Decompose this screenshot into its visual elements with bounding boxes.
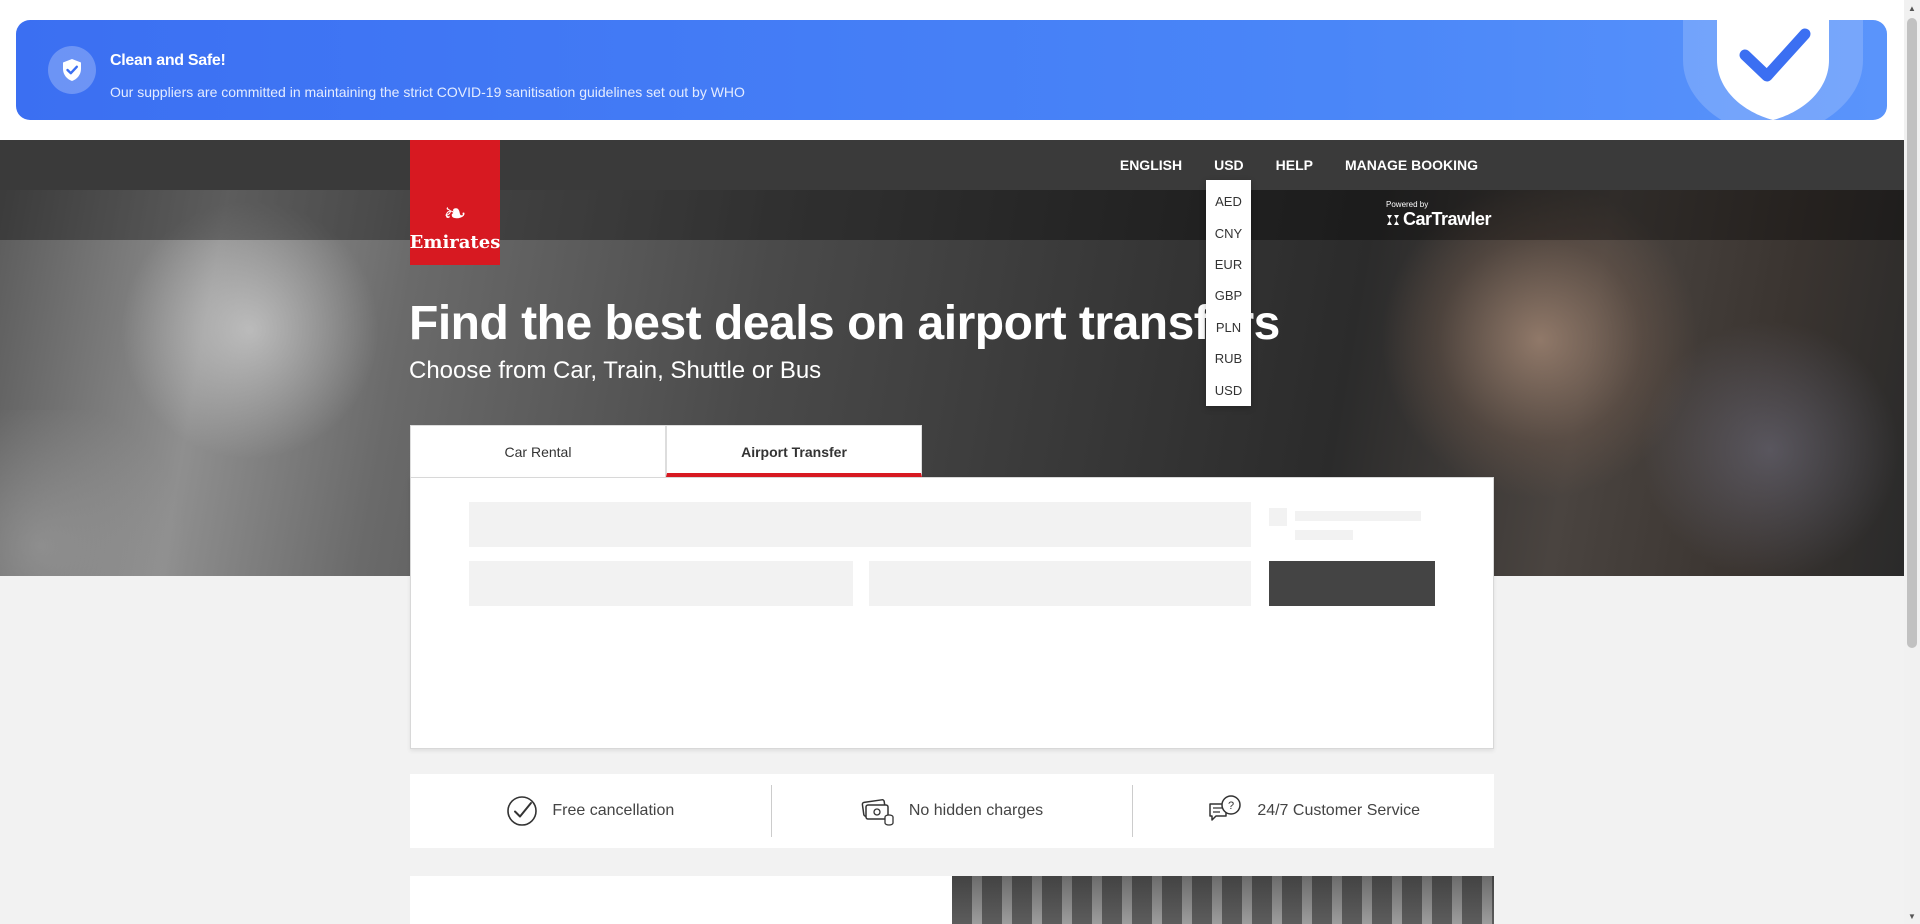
search-card bbox=[410, 477, 1494, 749]
date-field-placeholder[interactable] bbox=[469, 561, 853, 606]
scroll-thumb[interactable] bbox=[1907, 18, 1917, 648]
checkbox-sublabel-placeholder bbox=[1295, 530, 1353, 540]
shield-decoration-icon bbox=[1683, 20, 1863, 120]
currency-option-rub[interactable]: RUB bbox=[1206, 343, 1251, 374]
feature-label: 24/7 Customer Service bbox=[1257, 802, 1421, 819]
support-chat-icon: ? bbox=[1209, 795, 1242, 821]
scroll-down-icon[interactable]: ▼ bbox=[1904, 908, 1920, 924]
check-circle-icon bbox=[507, 796, 538, 826]
city-street-image bbox=[952, 876, 1494, 924]
top-navbar: ENGLISH USD HELP MANAGE BOOKING bbox=[0, 140, 1904, 190]
feature-no-hidden-charges: No hidden charges bbox=[770, 785, 1133, 837]
currency-selector[interactable]: USD bbox=[1214, 157, 1244, 173]
cartrawler-text: CarTrawler bbox=[1403, 209, 1492, 229]
banner-subtitle: Our suppliers are committed in maintaini… bbox=[110, 84, 745, 100]
svg-text:?: ? bbox=[1228, 800, 1234, 812]
feature-customer-service: ? 24/7 Customer Service bbox=[1132, 785, 1494, 837]
features-bar: Free cancellation No hidden charges ? 24… bbox=[410, 774, 1494, 848]
nav-links: ENGLISH USD HELP MANAGE BOOKING bbox=[1120, 140, 1478, 190]
currency-option-gbp[interactable]: GBP bbox=[1206, 280, 1251, 311]
feature-label: Free cancellation bbox=[552, 802, 675, 819]
powered-by-cartrawler: Powered by CarTrawler bbox=[1386, 200, 1492, 230]
shield-check-icon bbox=[48, 46, 96, 94]
help-link[interactable]: HELP bbox=[1276, 157, 1313, 173]
search-button-placeholder[interactable] bbox=[1269, 561, 1435, 606]
currency-option-eur[interactable]: EUR bbox=[1206, 249, 1251, 280]
page-scrollbar[interactable]: ▲ ▼ bbox=[1904, 0, 1920, 924]
feature-free-cancellation: Free cancellation bbox=[410, 785, 771, 837]
hero-subtitle: Choose from Car, Train, Shuttle or Bus bbox=[409, 357, 822, 384]
covid-banner: Clean and Safe! Our suppliers are commit… bbox=[16, 20, 1887, 120]
search-tabs: Car Rental Airport Transfer bbox=[410, 425, 922, 477]
banner-title: Clean and Safe! bbox=[110, 52, 226, 69]
manage-booking-link[interactable]: MANAGE BOOKING bbox=[1345, 157, 1478, 173]
currency-option-usd[interactable]: USD bbox=[1206, 375, 1251, 406]
currency-dropdown: AED CNY EUR GBP PLN RUB USD bbox=[1206, 180, 1251, 406]
tab-airport-transfer[interactable]: Airport Transfer bbox=[666, 425, 922, 477]
checkbox-placeholder[interactable] bbox=[1269, 508, 1287, 526]
currency-option-aed[interactable]: AED bbox=[1206, 186, 1251, 217]
money-icon bbox=[861, 799, 894, 826]
currency-option-cny[interactable]: CNY bbox=[1206, 217, 1251, 248]
cartrawler-brand: CarTrawler bbox=[1386, 209, 1492, 230]
logo-text: Emirates bbox=[409, 232, 501, 253]
pickup-location-placeholder[interactable] bbox=[469, 502, 1251, 547]
cartrawler-icon bbox=[1387, 214, 1399, 225]
currency-option-pln[interactable]: PLN bbox=[1206, 312, 1251, 343]
powered-by-label: Powered by bbox=[1386, 200, 1429, 209]
feature-label: No hidden charges bbox=[908, 802, 1044, 819]
language-selector[interactable]: ENGLISH bbox=[1120, 157, 1182, 173]
emirates-calligraphy-icon: ❧ bbox=[443, 197, 467, 230]
tab-car-rental[interactable]: Car Rental bbox=[410, 425, 666, 477]
hero-title: Find the best deals on airport transfers bbox=[409, 297, 1280, 350]
page: Clean and Safe! Our suppliers are commit… bbox=[0, 0, 1904, 924]
checkbox-label-placeholder bbox=[1295, 511, 1421, 521]
time-field-placeholder[interactable] bbox=[869, 561, 1251, 606]
scroll-up-icon[interactable]: ▲ bbox=[1904, 0, 1920, 16]
promo-text-panel bbox=[410, 876, 952, 924]
emirates-logo[interactable]: ❧ Emirates bbox=[410, 140, 500, 265]
banner-area: Clean and Safe! Our suppliers are commit… bbox=[0, 0, 1904, 140]
